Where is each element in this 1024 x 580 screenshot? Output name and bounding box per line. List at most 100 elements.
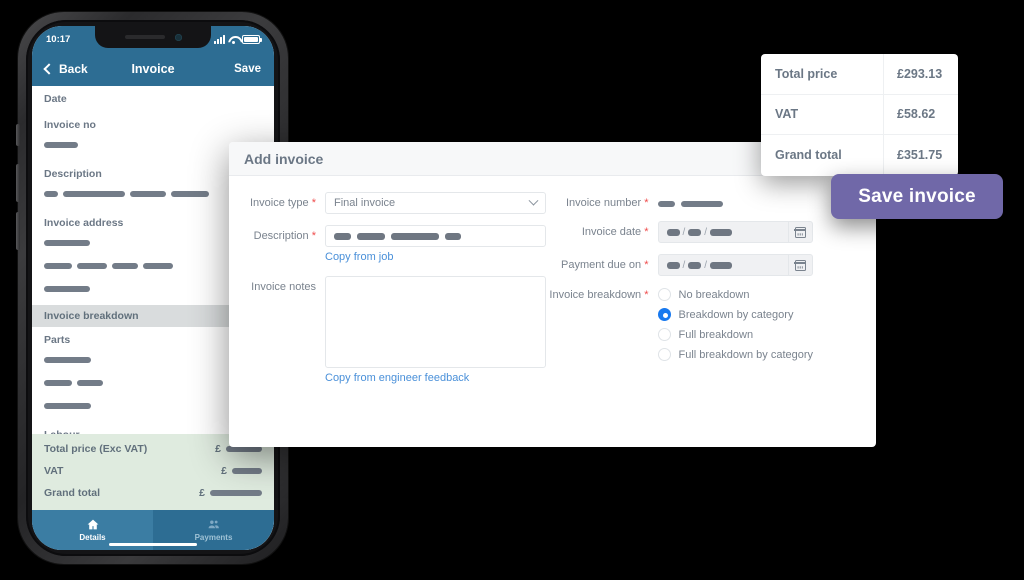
home-icon [87,519,98,530]
screenshot-stage: 10:17 Back Invoice Save Date Invoice no … [0,0,1024,580]
invoice-breakdown-label-text: Invoice breakdown [549,289,642,301]
totals-row-grand-total: Grand total £351.75 [761,135,958,176]
required-marker: * [311,230,316,242]
invoice-notes-textarea[interactable] [325,276,546,368]
phone-tab-bar: Details Payments [32,510,274,550]
invoice-date-value: / / [666,226,733,238]
invoice-type-label: Invoice type * [229,192,325,209]
invoice-date-label: Invoice date * [546,221,658,238]
phone-label-invoice-no: Invoice no [44,119,96,131]
payment-due-on-calendar-button[interactable] [787,255,812,275]
radio-option-full-breakdown[interactable]: Full breakdown [657,328,863,341]
totals-summary-card: Total price £293.13 VAT £58.62 Grand tot… [761,54,958,176]
save-invoice-button[interactable]: Save invoice [831,174,1003,219]
phone-label-date: Date [44,93,67,105]
totals-label: VAT [761,94,884,135]
invoice-notes-control: Copy from engineer feedback [325,276,546,386]
tab-payments-label: Payments [194,533,233,542]
radio-label: Full breakdown [678,328,754,341]
copy-from-job-link[interactable]: Copy from job [325,251,393,263]
field-invoice-type: Invoice type * Final invoice [229,192,546,214]
phone-mute-switch [16,124,20,146]
status-time: 10:17 [46,33,71,45]
phone-total-row: VAT £ [32,460,274,482]
currency-symbol: £ [215,443,221,455]
phone-section-date: Date [32,86,274,112]
totals-row-total-price: Total price £293.13 [761,54,958,95]
tab-details-label: Details [79,533,106,542]
currency-symbol: £ [221,465,227,477]
field-payment-due-on: Payment due on * / / [546,254,863,276]
field-invoice-date: Invoice date * / / [546,221,863,243]
required-marker: * [644,259,649,271]
invoice-type-select[interactable]: Final invoice [325,192,546,214]
invoice-date-label-text: Invoice date [581,226,642,238]
totals-label: Total price [761,54,884,94]
radio-option-breakdown-by-category[interactable]: Breakdown by category [657,308,863,321]
totals-value: £58.62 [897,107,936,122]
save-invoice-label: Save invoice [858,185,976,207]
dialog-right-column: Invoice number * Invoice date * / / Paym… [546,192,863,447]
totals-label: Grand total [761,135,884,176]
phone-volume-up-button [16,164,20,202]
status-icons [214,34,262,44]
field-description: Description * Copy from job [229,225,546,265]
front-camera-icon [174,33,182,41]
chevron-left-icon [43,63,55,75]
payment-due-on-field[interactable]: / / [657,254,813,276]
calendar-icon [794,226,806,238]
invoice-type-control: Final invoice [325,192,546,214]
phone-total-row: Grand total £ [32,482,274,504]
invoice-breakdown-options: No breakdown Breakdown by category Full … [657,288,863,368]
radio-label: Full breakdown by category [678,348,814,361]
invoice-type-value: Final invoice [334,197,396,209]
calendar-icon [794,259,806,271]
date-separator: / [704,259,708,271]
invoice-date-field[interactable]: / / [657,221,813,243]
phone-total-label: VAT [44,465,64,477]
radio-icon [657,288,671,301]
payment-due-on-label: Payment due on * [546,254,658,271]
invoice-number-label: Invoice number * [546,192,658,209]
radio-label: No breakdown [678,288,750,301]
radio-option-no-breakdown[interactable]: No breakdown [657,288,863,301]
phone-save-button[interactable]: Save [234,63,261,75]
earpiece-speaker [124,35,165,39]
invoice-breakdown-label: Invoice breakdown * [546,288,658,301]
invoice-date-calendar-button[interactable] [787,222,812,242]
phone-total-label: Total price (Exc VAT) [44,443,148,455]
home-indicator [109,543,197,546]
date-separator: / [682,259,686,271]
required-marker: * [644,226,649,238]
description-label: Description * [229,225,325,242]
battery-icon [242,34,262,44]
people-icon [208,520,219,529]
description-input[interactable] [325,225,546,247]
date-separator: / [682,226,686,238]
radio-icon [657,348,671,361]
phone-nav-bar: Back Invoice Save [32,52,274,86]
copy-from-engineer-feedback-link[interactable]: Copy from engineer feedback [325,372,469,384]
description-label-text: Description [253,230,309,242]
required-marker: * [311,197,316,209]
invoice-date-control: / / [657,221,863,243]
field-invoice-number: Invoice number * [546,192,863,210]
totals-value: £351.75 [897,148,943,163]
date-separator: / [704,226,708,238]
status-bar: 10:17 [32,26,274,52]
chevron-down-icon [528,195,538,206]
wifi-icon [228,35,239,44]
phone-total-value: £ [199,487,262,499]
invoice-notes-label: Invoice notes [251,281,316,293]
totals-value: £293.13 [897,66,943,81]
dialog-title: Add invoice [244,150,324,167]
phone-notch [95,26,211,48]
invoice-type-label-text: Invoice type [249,197,309,209]
payment-due-on-value: / / [666,259,733,271]
phone-back-label: Back [59,62,88,76]
payment-due-on-control: / / [657,254,863,276]
phone-back-button[interactable]: Back [43,62,88,76]
field-invoice-notes: Invoice notes Copy from engineer feedbac… [229,276,546,386]
radio-option-full-breakdown-by-category[interactable]: Full breakdown by category [657,348,863,361]
required-marker: * [644,197,649,209]
